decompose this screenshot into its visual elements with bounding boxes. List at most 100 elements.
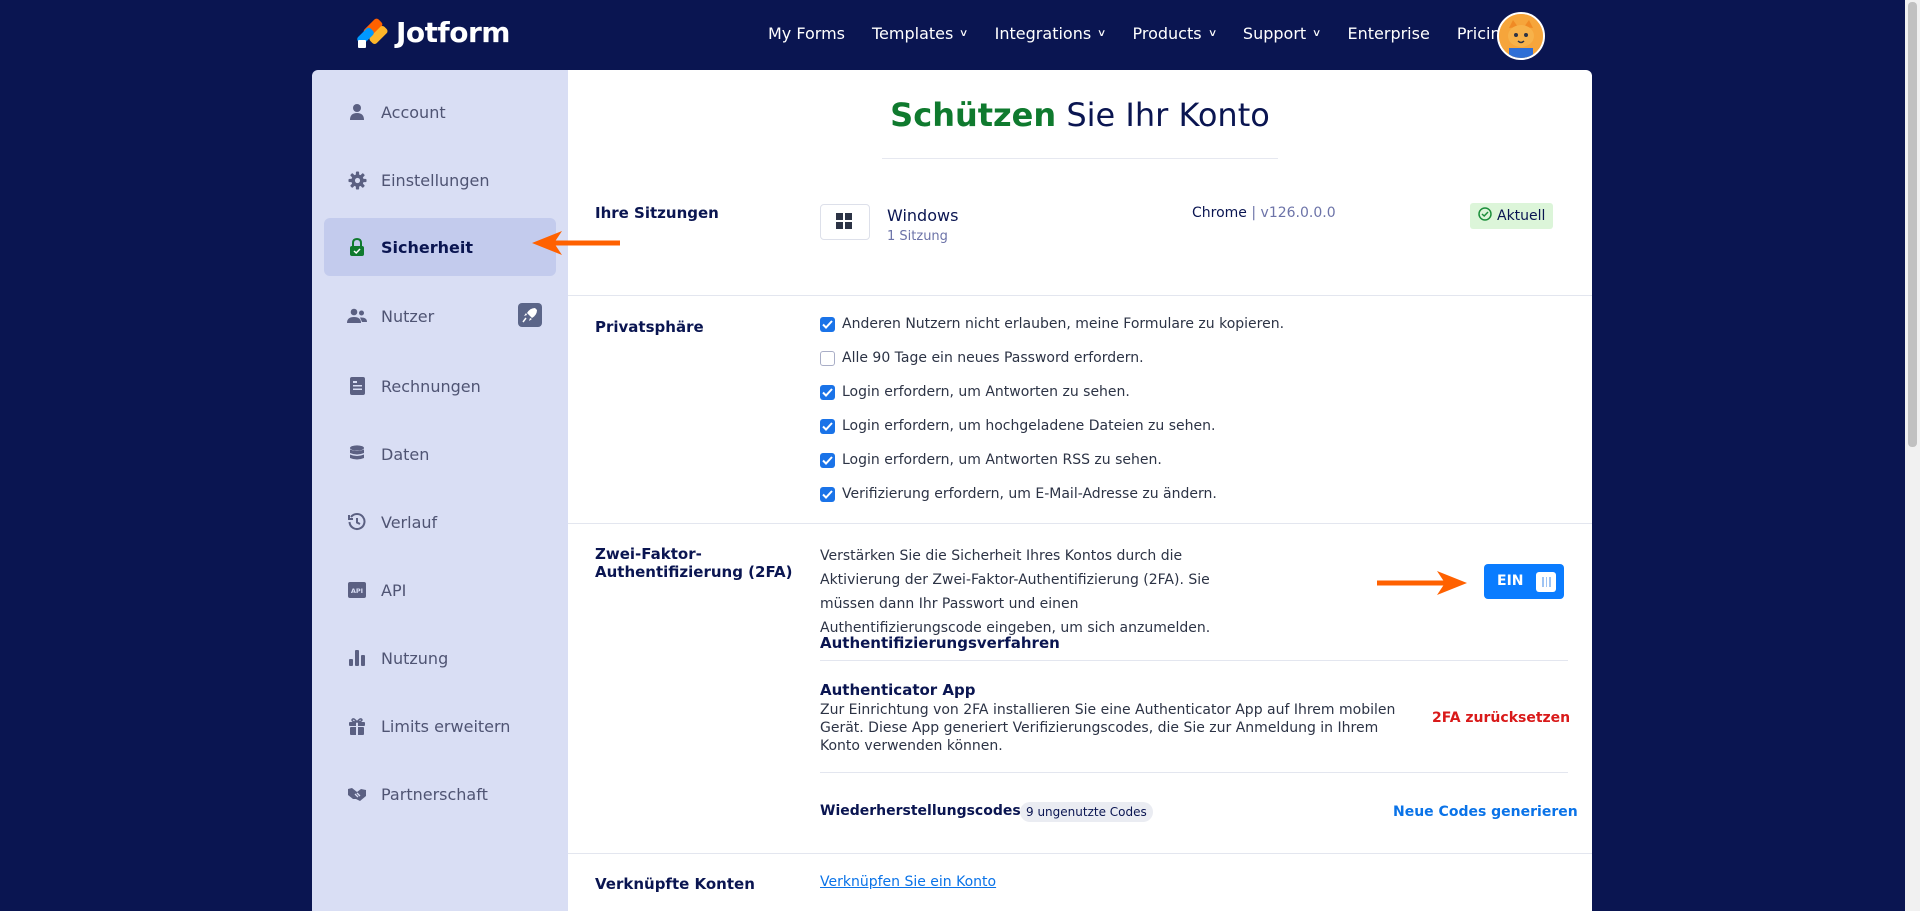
user-avatar[interactable] <box>1497 12 1545 60</box>
nav-products[interactable]: Products ∨ <box>1132 24 1218 43</box>
two-factor-description: Verstärken Sie die Sicherheit Ihres Kont… <box>820 548 1211 636</box>
sidebar-item-label: Nutzung <box>381 648 449 668</box>
session-os: Windows <box>887 206 959 225</box>
checkbox-checked[interactable] <box>820 452 835 468</box>
section-divider <box>568 295 1592 296</box>
authenticator-app-title: Authenticator App <box>820 681 976 699</box>
link-account-link[interactable]: Verknüpfen Sie ein Konto <box>820 874 996 890</box>
privacy-option-label: Login erfordern, um Antworten RSS zu seh… <box>842 452 1162 468</box>
title-divider <box>882 158 1278 159</box>
privacy-option[interactable]: Login erfordern, um Antworten RSS zu seh… <box>820 452 1162 468</box>
checkbox-checked[interactable] <box>820 384 835 400</box>
sidebar-item-label: Account <box>381 102 446 122</box>
lock-icon <box>347 237 367 257</box>
privacy-option-label: Login erfordern, um Antworten zu sehen. <box>842 384 1130 400</box>
sidebar-item-sicherheit[interactable]: Sicherheit <box>324 218 556 276</box>
checkbox-checked[interactable] <box>820 316 835 332</box>
users-icon <box>347 306 367 326</box>
sidebar-item-label: Einstellungen <box>381 170 490 190</box>
page-title: Schützen Sie Ihr Konto <box>568 96 1592 134</box>
browser-version: v126.0.0.0 <box>1260 205 1336 221</box>
privacy-option[interactable]: Verifizierung erfordern, um E-Mail-Adres… <box>820 486 1217 502</box>
nav-my-forms[interactable]: My Forms <box>768 24 845 43</box>
nav-label: Integrations <box>994 24 1092 43</box>
sidebar-item-label: Rechnungen <box>381 376 481 396</box>
sidebar-item-nutzung[interactable]: Nutzung <box>324 629 556 687</box>
title-highlight: Schützen <box>890 96 1057 134</box>
nav-label: Enterprise <box>1347 24 1430 43</box>
section-divider <box>568 853 1592 854</box>
methods-divider <box>820 660 1568 661</box>
security-panel: Schützen Sie Ihr Konto Ihre Sitzungen Wi… <box>568 70 1592 911</box>
nav-templates[interactable]: Templates ∨ <box>872 24 969 43</box>
sidebar-item-verlauf[interactable]: Verlauf <box>324 493 556 551</box>
sidebar-item-rechnungen[interactable]: Rechnungen <box>324 357 556 415</box>
gear-icon <box>347 170 367 190</box>
privacy-option[interactable]: Anderen Nutzern nicht erlauben, meine Fo… <box>820 316 1284 332</box>
privacy-option[interactable]: Alle 90 Tage ein neues Password erforder… <box>820 350 1144 366</box>
two-factor-label: Zwei-Faktor- Authentifizierung (2FA) <box>595 545 792 581</box>
annotation-arrow-icon <box>532 231 620 255</box>
session-browser: Chrome | v126.0.0.0 <box>1192 205 1336 221</box>
reset-2fa-link[interactable]: 2FA zurücksetzen <box>1432 710 1570 726</box>
privacy-option-label: Login erfordern, um hochgeladene Dateien… <box>842 418 1216 434</box>
svg-text:API: API <box>351 587 363 595</box>
chevron-down-icon: ∨ <box>959 28 969 39</box>
nav-label: Products <box>1132 24 1202 43</box>
user-icon <box>347 102 367 122</box>
sidebar-item-label: Nutzer <box>381 306 435 326</box>
privacy-option[interactable]: Login erfordern, um hochgeladene Dateien… <box>820 418 1215 434</box>
sidebar-item-label: Sicherheit <box>381 237 473 257</box>
bar-chart-icon <box>347 648 367 668</box>
windows-device-icon <box>820 204 870 240</box>
nav-integrations[interactable]: Integrations ∨ <box>994 24 1107 43</box>
main-menu: My Forms Templates ∨ Integrations ∨ Produc… <box>768 24 1538 43</box>
browser-name: Chrome <box>1192 205 1247 221</box>
brand-name: Jotform <box>396 16 510 49</box>
annotation-arrow-icon <box>1377 571 1467 595</box>
jotform-logo[interactable]: Jotform <box>355 16 510 49</box>
cat-avatar-icon <box>1499 14 1543 58</box>
unused-codes-badge: 9 ungenutzte Codes <box>1020 802 1153 822</box>
nav-label: Support <box>1242 24 1307 43</box>
browser-separator: | <box>1251 205 1257 221</box>
sidebar-item-api[interactable]: API API <box>324 561 556 619</box>
two-factor-label-line1: Zwei-Faktor- <box>595 545 702 563</box>
jotform-logo-icon <box>355 16 389 48</box>
nav-enterprise[interactable]: Enterprise <box>1348 24 1430 43</box>
page-scrollbar[interactable] <box>1905 0 1920 911</box>
sidebar-item-einstellungen[interactable]: Einstellungen <box>324 151 556 209</box>
privacy-option-label: Verifizierung erfordern, um E-Mail-Adres… <box>842 486 1217 502</box>
sidebar-item-nutzer[interactable]: Nutzer <box>324 287 556 345</box>
sidebar-item-daten[interactable]: Daten <box>324 425 556 483</box>
nav-support[interactable]: Support ∨ <box>1242 24 1322 43</box>
sidebar-item-label: Limits erweitern <box>381 716 511 736</box>
privacy-option[interactable]: Login erfordern, um Antworten zu sehen. <box>820 384 1130 400</box>
windows-logo-icon <box>836 213 852 229</box>
linked-accounts-label: Verknüpfte Konten <box>595 875 755 893</box>
checkbox-checked[interactable] <box>820 418 835 434</box>
api-icon: API <box>347 580 367 600</box>
sidebar-item-account[interactable]: Account <box>324 83 556 141</box>
auth-methods-heading: Authentifizierungsverfahren <box>820 634 1060 652</box>
privacy-option-label: Alle 90 Tage ein neues Password erforder… <box>842 350 1144 366</box>
sessions-label: Ihre Sitzungen <box>595 204 719 222</box>
regenerate-codes-link[interactable]: Neue Codes generieren <box>1393 804 1578 820</box>
methods-divider <box>820 772 1568 773</box>
two-factor-toggle[interactable]: EIN <box>1484 564 1564 599</box>
sidebar-item-limits-erweitern[interactable]: Limits erweitern <box>324 697 556 755</box>
status-badge-label: Aktuell <box>1497 208 1546 224</box>
toggle-knob <box>1536 572 1556 592</box>
checkbox-unchecked[interactable] <box>820 350 835 366</box>
scrollbar-thumb[interactable] <box>1908 2 1917 447</box>
history-icon <box>347 512 367 532</box>
toggle-label: EIN <box>1497 573 1524 589</box>
sidebar-item-partnerschaft[interactable]: Partnerschaft <box>324 765 556 823</box>
section-divider <box>568 523 1592 524</box>
handshake-icon <box>347 784 367 804</box>
sidebar-item-label: API <box>381 580 407 600</box>
top-navigation: Jotform My Forms Templates ∨ Integrations… <box>0 0 1905 70</box>
chevron-down-icon: ∨ <box>1207 28 1218 39</box>
checkbox-checked[interactable] <box>820 486 835 502</box>
nav-label: My Forms <box>768 24 845 43</box>
